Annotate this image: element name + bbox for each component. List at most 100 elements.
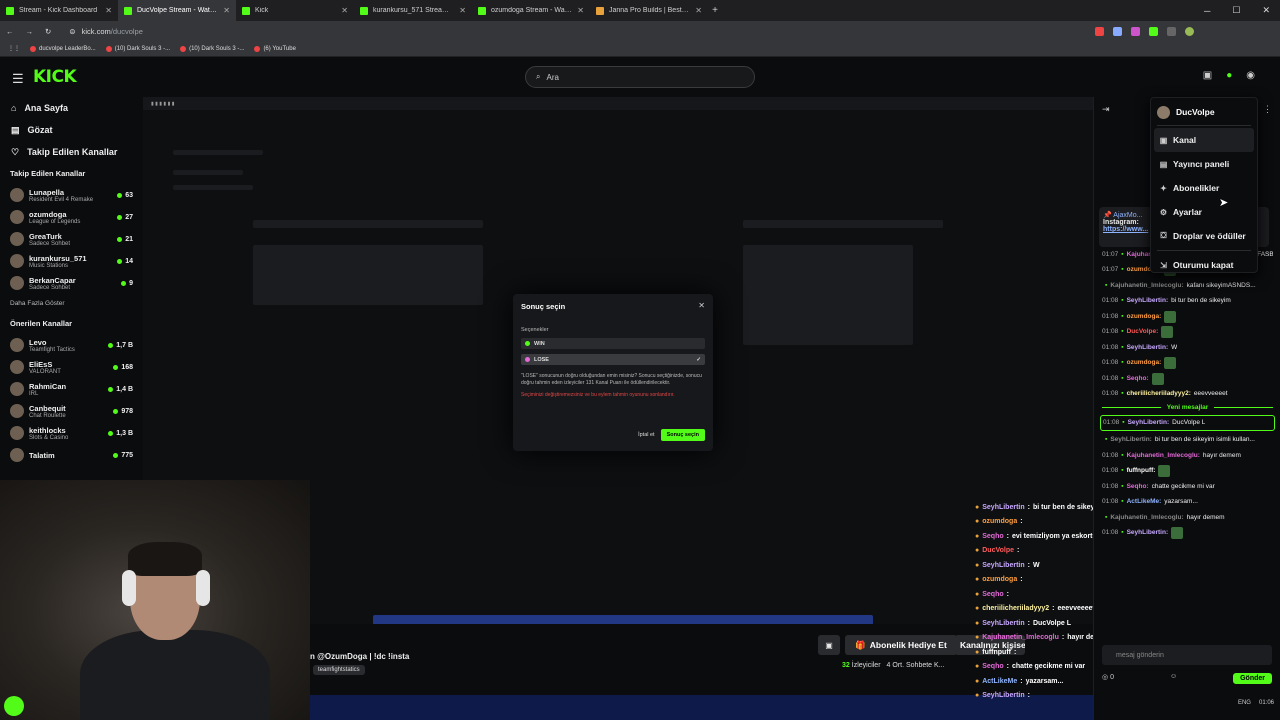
chat-username[interactable]: fuffnpuff: [1127,467,1156,475]
chat-message[interactable]: 01:08 ▪ cheriilicheriiladyyy2: eeevveeeet [1094,387,1280,403]
search-input[interactable]: ⌕ Ara [525,66,755,88]
chat-menu-icon[interactable]: ⋮ [1263,104,1272,115]
browser-tab[interactable]: Stream - Kick Dashboard ✕ [0,0,118,21]
bookmark[interactable]: ducvolpe LeaderBo... [30,45,96,52]
close-tab-icon[interactable]: ✕ [459,6,466,15]
chat-username[interactable]: cheriilicheriiladyyy2: [1127,390,1191,398]
extension-icon[interactable] [1113,26,1123,36]
close-window-icon[interactable]: ✕ [1262,5,1270,16]
channel-item[interactable]: keithlocks Slots & Casino 1,3 B [0,422,143,444]
chat-username[interactable]: SeyhLibertin: [1110,436,1152,444]
cancel-button[interactable]: İptal et [638,432,655,438]
apps-icon[interactable]: ⋮⋮ [8,45,20,52]
chat-message[interactable]: 01:08 ▪ SeyhLibertin: W [1094,340,1280,356]
forward-icon[interactable]: → [26,27,34,36]
chat-message[interactable]: 01:08 ▪ DucVolpe: [1094,325,1280,341]
browser-tab[interactable]: Janna Pro Builds | Best New Pr... ✕ [590,0,708,21]
new-tab-icon[interactable]: + [708,5,722,16]
channel-item[interactable]: GreaTurk Sadece Sohbet 21 [0,228,143,250]
confirm-button[interactable]: Sonuç seçin [660,429,705,441]
chat-username[interactable]: DucVolpe: [1127,328,1159,336]
emote-icon[interactable]: ☺ [1170,673,1177,684]
chat-username[interactable]: Seqho: [1127,375,1149,383]
bookmark[interactable]: (6) YouTube [254,45,296,52]
channel-item[interactable]: Talatim 775 [0,444,143,466]
maximize-icon[interactable]: ☐ [1232,5,1240,16]
points-display[interactable]: ◎ 0 [1102,673,1114,684]
chat-username[interactable]: Kajuhanetin_Imlecoglu: [1110,514,1183,522]
browser-tab[interactable]: DucVolpe Stream - Watch Live ✕ [118,0,236,21]
browser-tab[interactable]: Kick ✕ [236,0,354,21]
sidebar-nav-item[interactable]: ▤ Gözat [0,119,143,141]
menu-item-oturumu[interactable]: ⇲ Oturumu kapat [1151,253,1257,277]
close-tab-icon[interactable]: ✕ [223,6,230,15]
channel-item[interactable]: kurankursu_571 Music Stations 14 [0,250,143,272]
extension-icon[interactable] [1149,26,1159,36]
channel-item[interactable]: EliEsS VALORANT 168 [0,356,143,378]
chat-message[interactable]: 01:08 ▪ ozumdoga: [1094,309,1280,325]
menu-item-ayarlar[interactable]: ⚙ Ayarlar [1151,200,1257,224]
close-tab-icon[interactable]: ✕ [341,6,348,15]
gift-sub-button[interactable]: 🎁 Abonelik Hediye Et [845,635,957,655]
chat-message[interactable]: ▪ SeyhLibertin: bi tur ben de sikeyim isim… [1094,433,1280,449]
kick-status-icon[interactable]: ● [1226,70,1232,81]
menu-icon[interactable]: ☰ [12,71,24,87]
chat-message[interactable]: 01:08 ▪ Seqho: [1094,371,1280,387]
channel-item[interactable]: RahmiCan IRL 1,4 B [0,378,143,400]
kick-logo[interactable]: KICK [33,67,77,87]
chat-username[interactable]: ActLikeMe: [1127,498,1162,506]
show-more-link[interactable]: Daha Fazla Göster [0,294,143,313]
menu-item-droplar[interactable]: ⛋ Droplar ve ödüller [1151,224,1257,248]
option-lose[interactable]: LOSE ✓ [521,354,705,365]
sidebar-nav-item[interactable]: ⌂ Ana Sayfa [0,97,143,119]
browser-tab[interactable]: ozumdoga Stream - Watch ✕ [472,0,590,21]
chat-username[interactable]: ozumdoga: [1127,313,1162,321]
avatar[interactable]: ◉ [1246,70,1255,81]
option-win[interactable]: WIN [521,338,705,349]
channel-item[interactable]: Canbequit Chat Roulette 978 [0,400,143,422]
chat-message[interactable]: ▪ Kajuhanetin_Imlecoglu: kafanı sikeyimASN… [1094,278,1280,294]
chat-username[interactable]: ozumdoga: [1127,359,1162,367]
back-icon[interactable]: ← [6,27,14,36]
clip-button[interactable]: ▣ [818,635,840,655]
extension-icon[interactable] [1167,26,1177,36]
menu-item-kanal[interactable]: ▣ Kanal [1154,128,1254,152]
chat-username[interactable]: SeyhLibertin: [1127,297,1169,305]
chat-message[interactable]: ▪ Kajuhanetin_Imlecoglu: hayır demem [1094,510,1280,526]
chat-message[interactable]: 01:08 ▪ SeyhLibertin: DucVolpe L [1100,415,1275,431]
reload-icon[interactable]: ↻ [45,27,51,36]
chat-message[interactable]: 01:08 ▪ ozumdoga: [1094,356,1280,372]
browser-tab[interactable]: kurankursu_571 Stream - Watch ✕ [354,0,472,21]
chat-username[interactable]: Seqho: [1127,483,1149,491]
chat-message[interactable]: 01:08 ▪ Seqho: chatte gecikme mi var [1094,479,1280,495]
chat-username[interactable]: SeyhLibertin: [1127,529,1169,537]
chat-message[interactable]: 01:08 ▪ SeyhLibertin: bi tur ben de sikeyim [1094,294,1280,310]
close-tab-icon[interactable]: ✕ [105,6,112,15]
site-info-icon[interactable]: ⊜ [69,27,75,36]
send-button[interactable]: Gönder [1233,673,1272,684]
extension-icon[interactable] [1095,26,1105,36]
close-icon[interactable]: ✕ [698,301,705,310]
extension-icon[interactable] [1131,26,1141,36]
sidebar-nav-item[interactable]: ♡ Takip Edilen Kanallar [0,141,143,163]
chat-message[interactable]: 01:08 ▪ fuffnpuff: [1094,464,1280,480]
chat-input[interactable]: mesaj gönderin [1102,645,1272,665]
menu-item-yayıncı[interactable]: ▤ Yayıncı paneli [1151,152,1257,176]
channel-item[interactable]: Levo Teamfight Tactics 1,7 B [0,334,143,356]
chat-username[interactable]: SeyhLibertin: [1128,419,1170,427]
channel-item[interactable]: Lunapella Resident Evil 4 Remake 63 [0,184,143,206]
close-tab-icon[interactable]: ✕ [695,6,702,15]
chat-message[interactable]: 01:08 ▪ Kajuhanetin_Imlecoglu: hayır demem [1094,448,1280,464]
url-field[interactable]: ⊜ kick.com/ducvolpe [63,23,1043,39]
chat-username[interactable]: Kajuhanetin_Imlecoglu: [1110,282,1183,290]
bookmark[interactable]: (10) Dark Souls 3 -... [105,45,170,52]
collapse-chat-icon[interactable]: ⇥ [1102,104,1110,115]
channel-item[interactable]: BerkanCapar Sadece Sohbet 9 [0,272,143,294]
chat-username[interactable]: SeyhLibertin: [1127,344,1169,352]
chat-message[interactable]: 01:08 ▪ ActLikeMe: yazarsam... [1094,495,1280,511]
bookmark[interactable]: (10) Dark Souls 3 -... [180,45,244,52]
close-tab-icon[interactable]: ✕ [577,6,584,15]
profile-icon[interactable] [1185,26,1195,36]
channel-item[interactable]: ozumdoga League of Legends 27 [0,206,143,228]
category-tag[interactable]: teamfightstatics [313,665,365,675]
